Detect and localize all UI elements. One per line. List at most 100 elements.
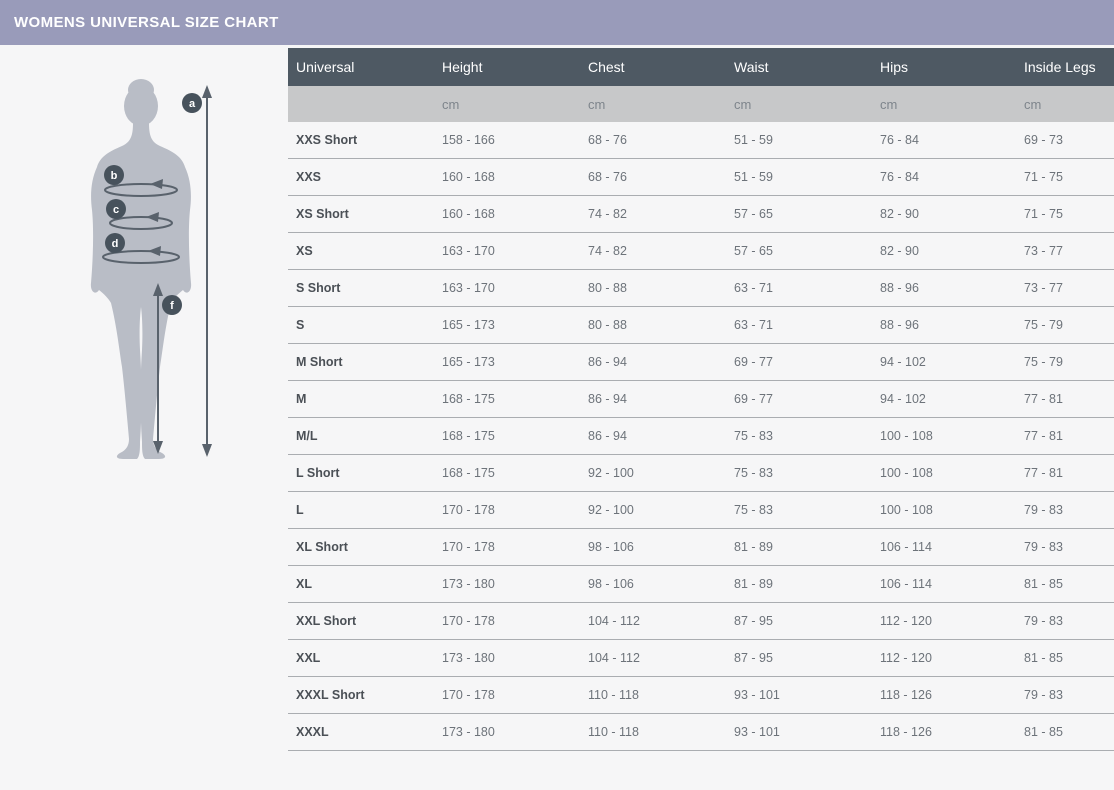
column-header: Universal (288, 48, 434, 86)
unit-cell: cm (580, 86, 726, 122)
value-cell: 165 - 173 (434, 307, 580, 343)
value-cell: 77 - 81 (1016, 418, 1114, 454)
value-cell: 81 - 85 (1016, 640, 1114, 676)
size-cell: M/L (288, 418, 434, 454)
column-header: Hips (872, 48, 1016, 86)
value-cell: 104 - 112 (580, 603, 726, 639)
value-cell: 87 - 95 (726, 640, 872, 676)
table-row: XXS Short158 - 16668 - 7651 - 5976 - 846… (288, 122, 1114, 159)
size-cell: XXXL (288, 714, 434, 750)
value-cell: 81 - 89 (726, 529, 872, 565)
unit-cell (288, 86, 434, 122)
value-cell: 71 - 75 (1016, 196, 1114, 232)
table-row: M Short165 - 17386 - 9469 - 7794 - 10275… (288, 344, 1114, 381)
value-cell: 76 - 84 (872, 159, 1016, 195)
badge-b-label: b (111, 170, 118, 182)
woman-silhouette (91, 79, 191, 459)
value-cell: 118 - 126 (872, 714, 1016, 750)
size-cell: XXS Short (288, 122, 434, 158)
table-row: XL Short170 - 17898 - 10681 - 89106 - 11… (288, 529, 1114, 566)
value-cell: 69 - 77 (726, 344, 872, 380)
value-cell: 112 - 120 (872, 603, 1016, 639)
value-cell: 100 - 108 (872, 418, 1016, 454)
unit-cell: cm (726, 86, 872, 122)
value-cell: 69 - 73 (1016, 122, 1114, 158)
value-cell: 92 - 100 (580, 492, 726, 528)
body-measurement-diagram: a b c d f (0, 45, 288, 790)
size-table: UniversalHeightChestWaistHipsInside Legs… (288, 48, 1114, 751)
badge-a: a (182, 93, 202, 113)
value-cell: 170 - 178 (434, 529, 580, 565)
table-row: XL173 - 18098 - 10681 - 89106 - 11481 - … (288, 566, 1114, 603)
value-cell: 81 - 85 (1016, 714, 1114, 750)
value-cell: 63 - 71 (726, 307, 872, 343)
badge-d: d (105, 233, 125, 253)
value-cell: 76 - 84 (872, 122, 1016, 158)
size-cell: XXS (288, 159, 434, 195)
value-cell: 57 - 65 (726, 196, 872, 232)
size-cell: M (288, 381, 434, 417)
unit-cell: cm (434, 86, 580, 122)
value-cell: 104 - 112 (580, 640, 726, 676)
value-cell: 112 - 120 (872, 640, 1016, 676)
table-row: S Short163 - 17080 - 8863 - 7188 - 9673 … (288, 270, 1114, 307)
value-cell: 51 - 59 (726, 159, 872, 195)
size-cell: M Short (288, 344, 434, 380)
value-cell: 68 - 76 (580, 159, 726, 195)
value-cell: 87 - 95 (726, 603, 872, 639)
body-figure-svg: a b c d f (0, 45, 288, 790)
page-title: WOMENS UNIVERSAL SIZE CHART (14, 14, 279, 31)
value-cell: 80 - 88 (580, 270, 726, 306)
value-cell: 158 - 166 (434, 122, 580, 158)
value-cell: 82 - 90 (872, 196, 1016, 232)
unit-cell: cm (1016, 86, 1114, 122)
value-cell: 81 - 85 (1016, 566, 1114, 602)
value-cell: 168 - 175 (434, 455, 580, 491)
table-row: S165 - 17380 - 8863 - 7188 - 9675 - 79 (288, 307, 1114, 344)
value-cell: 77 - 81 (1016, 455, 1114, 491)
value-cell: 170 - 178 (434, 677, 580, 713)
table-row: XS Short160 - 16874 - 8257 - 6582 - 9071… (288, 196, 1114, 233)
value-cell: 163 - 170 (434, 270, 580, 306)
value-cell: 88 - 96 (872, 307, 1016, 343)
value-cell: 100 - 108 (872, 492, 1016, 528)
value-cell: 160 - 168 (434, 196, 580, 232)
size-cell: XS Short (288, 196, 434, 232)
column-header: Waist (726, 48, 872, 86)
value-cell: 163 - 170 (434, 233, 580, 269)
value-cell: 68 - 76 (580, 122, 726, 158)
value-cell: 94 - 102 (872, 381, 1016, 417)
size-cell: L (288, 492, 434, 528)
value-cell: 100 - 108 (872, 455, 1016, 491)
badge-c-label: c (113, 204, 119, 216)
table-row: XS163 - 17074 - 8257 - 6582 - 9073 - 77 (288, 233, 1114, 270)
size-cell: XXXL Short (288, 677, 434, 713)
table-row: XXXL173 - 180110 - 11893 - 101118 - 1268… (288, 714, 1114, 751)
value-cell: 75 - 83 (726, 455, 872, 491)
value-cell: 79 - 83 (1016, 492, 1114, 528)
badge-d-label: d (112, 238, 119, 250)
size-cell: L Short (288, 455, 434, 491)
value-cell: 93 - 101 (726, 677, 872, 713)
value-cell: 80 - 88 (580, 307, 726, 343)
value-cell: 92 - 100 (580, 455, 726, 491)
value-cell: 173 - 180 (434, 714, 580, 750)
value-cell: 160 - 168 (434, 159, 580, 195)
size-cell: XS (288, 233, 434, 269)
value-cell: 79 - 83 (1016, 603, 1114, 639)
value-cell: 98 - 106 (580, 529, 726, 565)
badge-a-label: a (189, 98, 196, 110)
head (124, 86, 158, 126)
value-cell: 79 - 83 (1016, 529, 1114, 565)
value-cell: 165 - 173 (434, 344, 580, 380)
title-bar: WOMENS UNIVERSAL SIZE CHART (0, 0, 1114, 45)
value-cell: 168 - 175 (434, 418, 580, 454)
value-cell: 118 - 126 (872, 677, 1016, 713)
badge-f-label: f (170, 300, 174, 312)
value-cell: 75 - 83 (726, 492, 872, 528)
table-row: XXXL Short170 - 178110 - 11893 - 101118 … (288, 677, 1114, 714)
table-units-row: cmcmcmcmcm (288, 86, 1114, 122)
table-row: M/L168 - 17586 - 9475 - 83100 - 10877 - … (288, 418, 1114, 455)
column-header: Chest (580, 48, 726, 86)
value-cell: 63 - 71 (726, 270, 872, 306)
